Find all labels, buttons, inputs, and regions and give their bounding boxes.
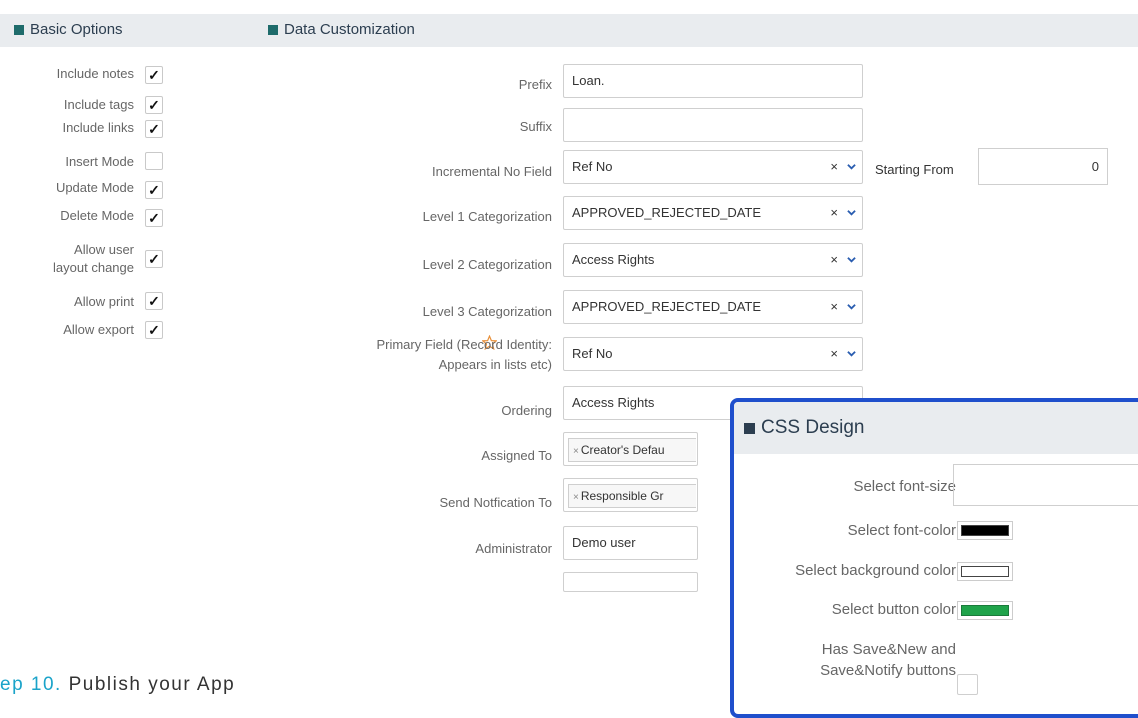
- next-field-partial[interactable]: [563, 572, 698, 592]
- prefix-label: Prefix: [518, 77, 552, 92]
- starting-from-label: Starting From: [875, 162, 954, 177]
- allow-layout-change-label: Allow user layout change: [53, 242, 134, 275]
- primary-field-label-line2: Appears in lists etc): [438, 357, 552, 372]
- include-links-checkbox[interactable]: ✓: [145, 120, 163, 138]
- allow-layout-change-label-line1: Allow user: [74, 242, 134, 257]
- level1-select[interactable]: APPROVED_REJECTED_DATE ×: [563, 196, 863, 230]
- save-buttons-label-line2: Save&Notify buttons: [820, 662, 956, 679]
- section-square-icon: [268, 24, 278, 35]
- button-color-picker[interactable]: [957, 601, 1013, 620]
- level3-value: APPROVED_REJECTED_DATE: [572, 299, 762, 314]
- basic-options-title: Basic Options: [30, 21, 123, 38]
- level2-value: Access Rights: [572, 252, 655, 267]
- data-customization-title: Data Customization: [284, 21, 415, 38]
- allow-layout-change-label-line2: layout change: [53, 260, 134, 275]
- insert-mode-label: Insert Mode: [65, 154, 134, 169]
- level3-select[interactable]: APPROVED_REJECTED_DATE ×: [563, 290, 863, 324]
- level1-value: APPROVED_REJECTED_DATE: [572, 205, 762, 220]
- css-design-title: CSS Design: [761, 417, 865, 438]
- section-square-icon: [744, 422, 755, 434]
- chevron-down-icon[interactable]: [847, 162, 856, 171]
- save-buttons-label: Has Save&New and Save&Notify buttons: [820, 639, 956, 681]
- administrator-input[interactable]: Demo user: [563, 526, 698, 560]
- chevron-down-icon[interactable]: [847, 302, 856, 311]
- step-caption: ep 10. Publish your App: [0, 674, 235, 696]
- step-number: ep 10.: [0, 674, 62, 695]
- primary-field-value: Ref No: [572, 346, 613, 361]
- level3-label: Level 3 Categorization: [422, 304, 552, 319]
- chevron-down-icon[interactable]: [847, 349, 856, 358]
- incremental-no-select[interactable]: Ref No ×: [563, 150, 863, 184]
- assigned-to-tag-label: Creator's Defau: [580, 443, 665, 457]
- font-size-label: Select font-size: [853, 478, 956, 495]
- suffix-label: Suffix: [519, 119, 552, 134]
- clear-icon[interactable]: ×: [830, 197, 838, 229]
- tag-remove-icon[interactable]: ×: [573, 446, 579, 457]
- include-notes-label: Include notes: [56, 66, 134, 81]
- allow-print-label: Allow print: [74, 294, 134, 309]
- background-color-picker[interactable]: [957, 562, 1013, 581]
- css-design-panel: CSS Design Select font-size Select font-…: [730, 398, 1138, 718]
- clear-icon[interactable]: ×: [830, 244, 838, 276]
- primary-field-label: Primary Field (Record Identity: Appears …: [376, 336, 552, 373]
- suffix-input[interactable]: [563, 108, 863, 142]
- prefix-input[interactable]: Loan.: [563, 64, 863, 98]
- level2-label: Level 2 Categorization: [422, 257, 552, 272]
- update-mode-label: Update Mode: [55, 180, 134, 195]
- primary-field-label-line1: Primary Field (Record Identity:: [376, 337, 552, 352]
- section-header-bar: [0, 14, 1138, 47]
- send-notification-tag-label: Responsible Gr: [580, 489, 664, 503]
- allow-export-checkbox[interactable]: ✓: [145, 321, 163, 339]
- css-design-title-wrap: CSS Design: [744, 417, 865, 439]
- insert-mode-checkbox[interactable]: [145, 152, 163, 170]
- css-design-header: CSS Design: [734, 402, 1138, 454]
- clear-icon[interactable]: ×: [830, 338, 838, 370]
- clear-icon[interactable]: ×: [830, 151, 838, 183]
- allow-layout-change-checkbox[interactable]: ✓: [145, 250, 163, 268]
- level1-label: Level 1 Categorization: [422, 209, 552, 224]
- font-color-picker[interactable]: [957, 521, 1013, 540]
- delete-mode-label: Delete Mode: [60, 208, 134, 223]
- font-color-swatch: [961, 525, 1009, 536]
- clear-icon[interactable]: ×: [830, 291, 838, 323]
- section-square-icon: [14, 24, 24, 35]
- data-customization-header: Data Customization: [268, 21, 415, 38]
- save-buttons-label-line1: Has Save&New and: [821, 641, 956, 658]
- delete-mode-checkbox[interactable]: ✓: [145, 209, 163, 227]
- background-color-label: Select background color: [795, 562, 956, 579]
- administrator-label: Administrator: [475, 541, 552, 556]
- primary-field-select[interactable]: Ref No ×: [563, 337, 863, 371]
- allow-export-label: Allow export: [63, 322, 134, 337]
- allow-print-checkbox[interactable]: ✓: [145, 292, 163, 310]
- chevron-down-icon[interactable]: [847, 255, 856, 264]
- incremental-no-value: Ref No: [572, 159, 613, 174]
- include-tags-label: Include tags: [63, 97, 134, 112]
- ordering-label: Ordering: [501, 403, 552, 418]
- tag-remove-icon[interactable]: ×: [573, 492, 579, 503]
- send-notification-label: Send Notfication To: [439, 495, 553, 510]
- assigned-to-label: Assigned To: [481, 448, 552, 463]
- font-color-label: Select font-color: [847, 522, 956, 539]
- include-tags-checkbox[interactable]: ✓: [145, 96, 163, 114]
- assigned-to-tag[interactable]: × Creator's Defau: [568, 438, 696, 462]
- button-color-swatch: [961, 605, 1009, 616]
- incremental-no-label: Incremental No Field: [432, 164, 552, 179]
- update-mode-checkbox[interactable]: ✓: [145, 181, 163, 199]
- starting-from-input[interactable]: 0: [978, 148, 1108, 185]
- send-notification-tag[interactable]: × Responsible Gr: [568, 484, 696, 508]
- include-links-label: Include links: [62, 120, 134, 135]
- button-color-label: Select button color: [831, 601, 956, 618]
- include-notes-checkbox[interactable]: ✓: [145, 66, 163, 84]
- level2-select[interactable]: Access Rights ×: [563, 243, 863, 277]
- background-color-swatch: [961, 566, 1009, 577]
- basic-options-header: Basic Options: [14, 21, 123, 38]
- ordering-value: Access Rights: [572, 395, 655, 410]
- font-size-input[interactable]: [953, 464, 1138, 506]
- step-text: Publish your App: [68, 674, 236, 695]
- chevron-down-icon[interactable]: [847, 208, 856, 217]
- save-buttons-checkbox[interactable]: [957, 674, 978, 695]
